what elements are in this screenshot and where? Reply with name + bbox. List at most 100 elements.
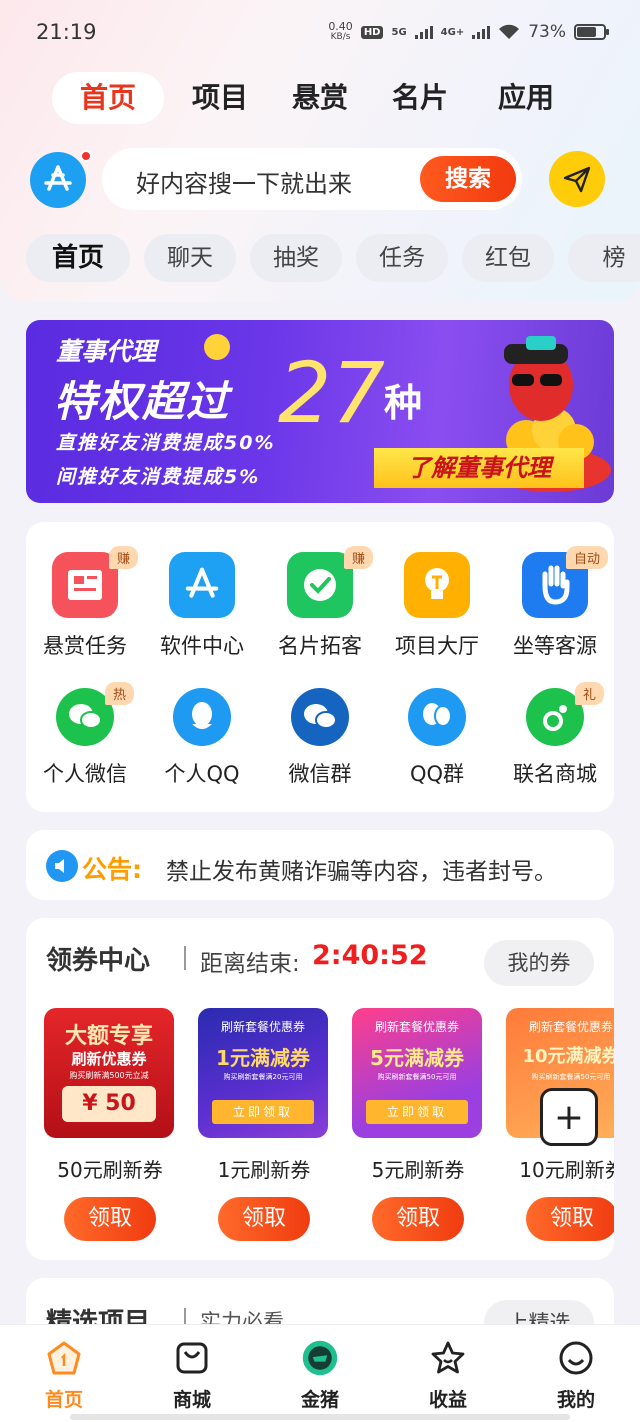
search-bar[interactable]: 好内容搜一下就出来 搜索 [102,148,522,210]
sub-tab-tasks[interactable]: 任务 [356,234,448,282]
coupon-image[interactable]: 大额专享 刷新优惠券 购买刷新满500元立减 ¥ 50 [44,1008,174,1138]
notification-dot [80,150,92,162]
grid-label: 名片拓客 [278,634,362,658]
sub-tab-chat[interactable]: 聊天 [144,234,236,282]
divider [184,946,186,970]
countdown-timer: 2:40:52 [312,940,428,971]
floating-add-button[interactable]: + [540,1088,598,1146]
hd-icon: HD [360,25,384,39]
grid-item-personal-qq[interactable]: 个人QQ [143,688,261,788]
battery-percent: 73% [528,22,566,42]
claim-button[interactable]: 领取 [526,1197,614,1241]
feature-grid: 赚 悬赏任务 软件中心 赚 名片拓客 项目大厅 自动 坐等客源 热 个人微信 个… [26,522,614,812]
status-bar: 21:19 0.40 KB/s HD 5G 4G+ 73% [0,0,640,66]
banner-cta-button[interactable]: 了解董事代理 [374,448,584,488]
claim-button[interactable]: 领取 [218,1197,310,1241]
coupon-image-subtitle: 刷新优惠券 [71,1050,147,1068]
coupon-name: 5元刷新券 [371,1158,465,1182]
grid-item-reward-tasks[interactable]: 赚 悬赏任务 [26,546,144,660]
wifi-icon [499,24,520,39]
coupon-image-title: 刷新套餐优惠券 [220,1020,305,1034]
main-tab-apps[interactable]: 应用 [476,72,576,124]
bottom-nav: 首页 商城 金猪 收益 我的 [0,1324,640,1422]
nav-golden-pig[interactable]: 金猪 [275,1339,365,1412]
claim-button[interactable]: 领取 [64,1197,156,1241]
coupon-image-note: 购买刷新套餐满50元可用 [531,1073,611,1081]
coupon-name: 50元刷新券 [57,1158,163,1182]
battery-icon [574,24,609,40]
signal-icon-2 [472,25,491,39]
sub-tab-ranking[interactable]: 榜 [568,234,640,282]
grid-item-software-center[interactable]: 软件中心 [143,552,261,660]
grid-item-co-branded-mall[interactable]: 礼 联名商城 [496,682,614,788]
grid-label: 联名商城 [513,762,597,786]
wechat-icon: 热 [56,682,134,746]
coupon-item: 大额专享 刷新优惠券 购买刷新满500元立减 ¥ 50 50元刷新券 领取 [44,1008,176,1241]
coupon-image[interactable]: 刷新套餐优惠券 1元满减券 购买刷新套餐满20元可用 立即领取 [198,1008,328,1138]
qq-group-icon [408,688,466,746]
nav-profile[interactable]: 我的 [531,1339,621,1412]
nav-label: 商城 [172,1389,211,1411]
nav-label: 首页 [44,1389,83,1411]
grid-item-card-marketing[interactable]: 赚 名片拓客 [261,546,379,660]
smiley-icon [557,1339,595,1377]
search-button[interactable]: 搜索 [420,156,516,202]
main-tab-home[interactable]: 首页 [52,72,164,124]
lightbulb-icon [404,552,470,618]
star-icon [429,1339,467,1377]
coupon-image-note: 购买刷新套餐满20元可用 [223,1073,303,1081]
my-coupons-button[interactable]: 我的券 [484,940,594,986]
nav-earnings[interactable]: 收益 [403,1339,493,1412]
grid-label: 个人微信 [43,762,127,786]
sub-tab-redpacket[interactable]: 红包 [462,234,554,282]
countdown-label: 距离结束: [200,951,300,977]
net-type-4g: 4G+ [440,26,465,38]
appstore-button[interactable] [30,152,86,208]
grid-badge: 自动 [565,546,608,569]
coupon-image-value: ¥ 50 [62,1086,156,1122]
coupon-image-subtitle: 5元满减券 [370,1046,464,1070]
promo-banner[interactable]: 董事代理 特权超过 27 种 直推好友消费提成50% 间推好友消费提成5% 了解… [26,320,614,503]
main-tab-cards[interactable]: 名片 [370,72,470,124]
coupon-item: 刷新套餐优惠券 5元满减券 购买刷新套餐满50元可用 立即领取 5元刷新券 领取 [352,1008,484,1241]
coupon-image-subtitle: 1元满减券 [216,1046,310,1070]
plus-icon: + [553,1096,585,1138]
main-tab-rewards[interactable]: 悬赏 [270,72,370,124]
search-input[interactable]: 好内容搜一下就出来 [136,164,352,199]
grid-item-qq-group[interactable]: QQ群 [378,688,496,788]
coupon-image-cta: 立即领取 [366,1100,468,1124]
coupon-image-cta: 立即领取 [212,1100,314,1124]
coupon-name: 10元刷新券 [519,1158,614,1182]
nav-mall[interactable]: 商城 [147,1339,237,1412]
sub-tab-home[interactable]: 首页 [26,234,130,282]
grid-item-project-hall[interactable]: 项目大厅 [378,552,496,660]
grid-item-wait-customers[interactable]: 自动 坐等客源 [496,546,614,660]
announcement-bar[interactable]: 公告: 禁止发布黄赌诈骗等内容，违者封号。 [26,830,614,900]
shopping-bag-icon [173,1339,211,1377]
nav-home[interactable]: 首页 [19,1339,109,1412]
grid-item-personal-wechat[interactable]: 热 个人微信 [26,682,144,788]
coupon-image-title: 刷新套餐优惠券 [374,1020,459,1034]
coupon-image[interactable]: 刷新套餐优惠券 5元满减券 购买刷新套餐满50元可用 立即领取 [352,1008,482,1138]
grid-label: 软件中心 [160,634,244,658]
nav-label: 金猪 [300,1389,339,1411]
grid-badge: 赚 [343,546,373,569]
qq-icon [173,688,231,746]
wechat-group-icon [291,688,349,746]
coupon-center-title: 领券中心 [46,946,151,976]
appstore-icon [44,165,72,191]
claim-button[interactable]: 领取 [372,1197,464,1241]
home-indicator [70,1414,570,1420]
battery-level [577,27,596,37]
verified-badge-icon: 赚 [287,546,373,618]
main-tab-projects[interactable]: 项目 [170,72,270,124]
signal-icon [414,25,433,39]
nav-label: 我的 [556,1389,595,1411]
announcement-label: 公告: [82,855,142,884]
send-button[interactable] [549,151,605,207]
net-speed: 0.40 KB/s [328,21,353,42]
sub-tab-lottery[interactable]: 抽奖 [250,234,342,282]
coin-icon [204,334,230,360]
banner-unit: 种 [384,381,423,425]
grid-item-wechat-group[interactable]: 微信群 [261,688,379,788]
